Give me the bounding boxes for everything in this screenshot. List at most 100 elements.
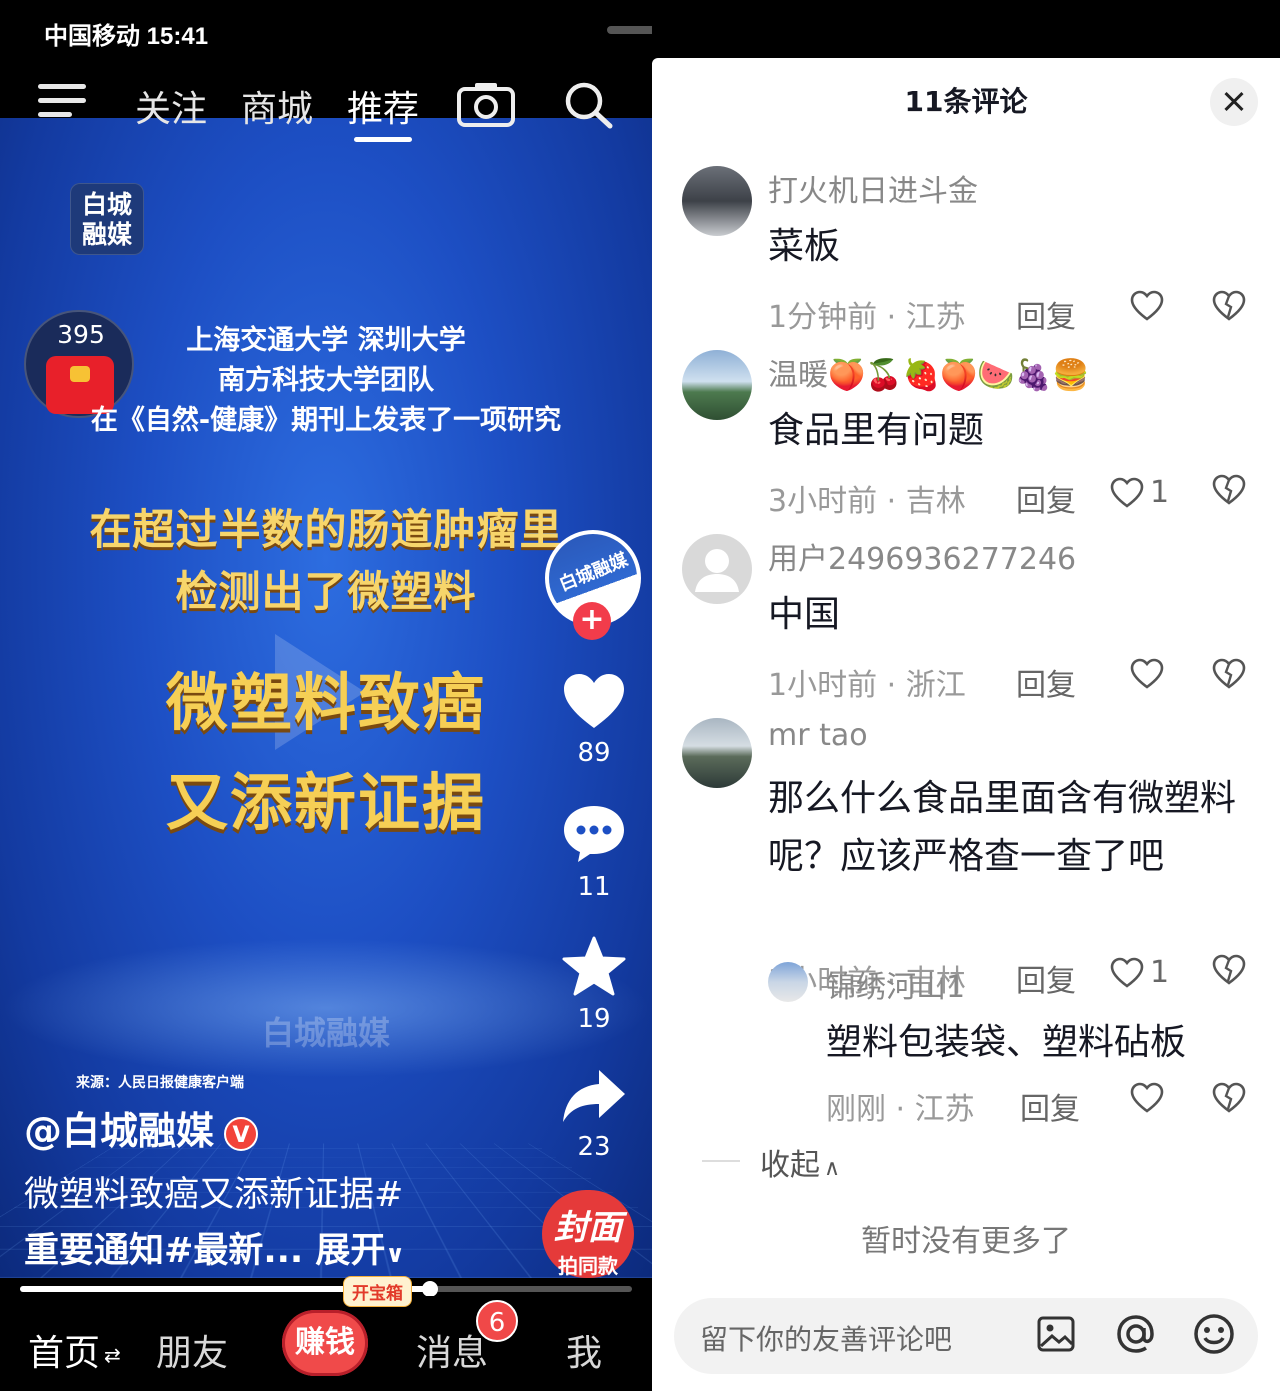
tab-recommend[interactable]: 推荐 bbox=[347, 80, 419, 132]
dislike-button[interactable] bbox=[1212, 474, 1246, 510]
big-title-line-1: 微塑料致癌 bbox=[165, 666, 486, 739]
open-chest-tag[interactable]: 开宝箱 bbox=[343, 1276, 412, 1307]
comment-item: 用户2496936277246 中国 1小时前 · 浙江 回复 bbox=[682, 534, 1262, 704]
share-button[interactable]: 23 bbox=[556, 1068, 632, 1162]
comment-count: 11 bbox=[577, 872, 611, 902]
expand-button[interactable]: 展开∨ bbox=[315, 1231, 405, 1271]
nav-friends[interactable]: 朋友 bbox=[156, 1324, 228, 1376]
comment-button[interactable]: 11 bbox=[556, 804, 632, 902]
heart-icon bbox=[564, 674, 624, 728]
nav-messages[interactable]: 消息 bbox=[416, 1324, 488, 1376]
heart-outline-icon bbox=[1110, 477, 1144, 508]
comment-like-count: 1 bbox=[1150, 475, 1170, 510]
overlay-line-2: 南方科技大学团队 bbox=[218, 365, 434, 396]
comment-author[interactable]: mr tao bbox=[768, 718, 868, 753]
author-name[interactable]: @白城融媒 bbox=[24, 1109, 214, 1153]
nav-home[interactable]: 首页 ⇄ bbox=[28, 1324, 121, 1376]
comment-like-button[interactable] bbox=[1130, 658, 1164, 698]
follow-plus-icon[interactable]: + bbox=[573, 602, 611, 640]
tab-mall[interactable]: 商城 bbox=[241, 80, 313, 132]
chevron-down-icon: ∨ bbox=[385, 1240, 405, 1268]
no-more-comments: 暂时没有更多了 bbox=[861, 1224, 1071, 1259]
reply-button[interactable]: 回复 bbox=[1016, 660, 1076, 704]
comment-author[interactable]: 用户2496936277246 bbox=[768, 534, 1076, 578]
share-arrow-icon bbox=[563, 1070, 625, 1122]
broken-heart-icon bbox=[1212, 474, 1246, 505]
reply-button[interactable]: 回复 bbox=[1016, 476, 1076, 520]
comments-screen: 11条评论 打火机日进斗金 菜板 1分钟前 · 江苏 回复 温暖🍑🍒🍓🍑🍉🍇🍔 … bbox=[652, 0, 1280, 1391]
reply-text: 塑料包装袋、塑料砧板 bbox=[826, 1022, 1187, 1063]
collapse-label[interactable]: 收起 bbox=[760, 1148, 820, 1183]
comment-time-location: 3小时前 · 吉林 bbox=[768, 484, 966, 519]
comment-icon bbox=[564, 806, 624, 862]
star-icon bbox=[562, 936, 626, 996]
at-mention-icon[interactable] bbox=[1114, 1312, 1158, 1360]
like-count: 89 bbox=[577, 738, 611, 768]
camera-icon[interactable] bbox=[456, 80, 516, 132]
close-icon[interactable] bbox=[1210, 78, 1258, 126]
reply-button[interactable]: 回复 bbox=[1016, 292, 1076, 336]
nav-home-label[interactable]: 首页 bbox=[28, 1333, 100, 1374]
image-icon[interactable] bbox=[1036, 1312, 1076, 1360]
like-button[interactable]: 89 bbox=[556, 672, 632, 768]
avatar[interactable] bbox=[682, 166, 752, 236]
reply-button[interactable]: 回复 bbox=[1020, 1084, 1080, 1128]
comment-input-placeholder[interactable]: 留下你的友善评论吧 bbox=[700, 1318, 952, 1358]
comment-input[interactable]: 留下你的友善评论吧 bbox=[674, 1298, 1258, 1374]
verified-badge-icon: V bbox=[224, 1116, 259, 1151]
same-style-button[interactable]: 封面 拍同款 bbox=[542, 1190, 634, 1278]
screen-divider-handle[interactable] bbox=[607, 26, 652, 34]
nav-me[interactable]: 我 bbox=[566, 1324, 602, 1376]
broken-heart-icon bbox=[1212, 290, 1246, 321]
video-feed-screen: 中国移动 15:41 关注 商城 推荐 白城 融媒 395 上海交通大学 深圳大… bbox=[0, 0, 652, 1391]
video-progress-knob[interactable] bbox=[422, 1281, 439, 1297]
channel-logo-line1: 白城 bbox=[81, 190, 132, 219]
top-navigation: 关注 商城 推荐 bbox=[0, 78, 652, 142]
search-icon[interactable] bbox=[562, 80, 616, 134]
menu-icon[interactable] bbox=[38, 84, 86, 120]
comment-text: 食品里有问题 bbox=[768, 410, 985, 451]
comment-item: mr tao 那么什么食品里面含有微塑料呢？应该严格查一查了吧 3小时前 · 吉… bbox=[682, 718, 1262, 999]
channel-logo: 白城 融媒 bbox=[70, 183, 144, 255]
video-description-line2: 重要通知#最新... 展开∨ bbox=[24, 1222, 405, 1273]
favorite-button[interactable]: 19 bbox=[556, 936, 632, 1034]
expand-label[interactable]: 展开 bbox=[315, 1231, 385, 1271]
comment-author[interactable]: 打火机日进斗金 bbox=[768, 166, 978, 210]
broken-heart-icon bbox=[1212, 1082, 1246, 1113]
comment-author[interactable]: 温暖🍑🍒🍓🍑🍉🍇🍔 bbox=[768, 350, 1089, 394]
dislike-button[interactable] bbox=[1212, 290, 1246, 326]
author-name-row[interactable]: @白城融媒 V bbox=[24, 1100, 259, 1155]
comments-panel: 11条评论 打火机日进斗金 菜板 1分钟前 · 江苏 回复 温暖🍑🍒🍓🍑🍉🍇🍔 … bbox=[652, 58, 1280, 1391]
dislike-button[interactable] bbox=[1212, 658, 1246, 694]
comment-item: 打火机日进斗金 菜板 1分钟前 · 江苏 回复 bbox=[682, 166, 1262, 336]
tab-follow[interactable]: 关注 bbox=[135, 80, 207, 132]
reply-author[interactable]: 锦绣河山1 bbox=[826, 962, 965, 1006]
collapse-replies-button[interactable]: 收起 ∧ bbox=[701, 1140, 840, 1184]
comment-like-button[interactable]: 1 bbox=[1110, 474, 1169, 510]
broken-heart-icon bbox=[1212, 658, 1246, 689]
video-source: 来源：人民日报健康客户端 bbox=[76, 1075, 244, 1091]
reply-like-button[interactable] bbox=[1130, 1082, 1164, 1122]
video-progress-bar[interactable] bbox=[20, 1281, 632, 1297]
video-description-line1: 微塑料致癌又添新证据# bbox=[24, 1175, 404, 1215]
comment-text: 那么什么食品里面含有微塑料呢？应该严格查一查了吧 bbox=[768, 778, 1237, 877]
comment-text: 菜板 bbox=[768, 226, 841, 267]
heart-outline-icon bbox=[1130, 1082, 1164, 1113]
big-title-line-2: 又添新证据 bbox=[165, 766, 486, 839]
avatar[interactable] bbox=[682, 350, 752, 420]
heart-outline-icon bbox=[1130, 290, 1164, 321]
nav-earn-button[interactable]: 赚钱 bbox=[282, 1310, 368, 1376]
video-description-text: 重要通知#最新... bbox=[24, 1231, 304, 1271]
favorite-count: 19 bbox=[577, 1004, 611, 1034]
comment-item: 温暖🍑🍒🍓🍑🍉🍇🍔 食品里有问题 3小时前 · 吉林 回复 1 bbox=[682, 350, 1262, 520]
comment-like-button[interactable] bbox=[1130, 290, 1164, 330]
refresh-toggle-icon: ⇄ bbox=[104, 1343, 121, 1367]
avatar[interactable] bbox=[682, 718, 752, 788]
avatar[interactable] bbox=[768, 962, 808, 1002]
fengmian-logo: 封面 bbox=[554, 1208, 622, 1248]
comments-title: 11条评论 bbox=[904, 85, 1028, 118]
comment-text: 中国 bbox=[768, 594, 841, 635]
dislike-button[interactable] bbox=[1212, 1082, 1246, 1118]
avatar[interactable] bbox=[682, 534, 752, 604]
emoji-icon[interactable] bbox=[1192, 1312, 1236, 1360]
